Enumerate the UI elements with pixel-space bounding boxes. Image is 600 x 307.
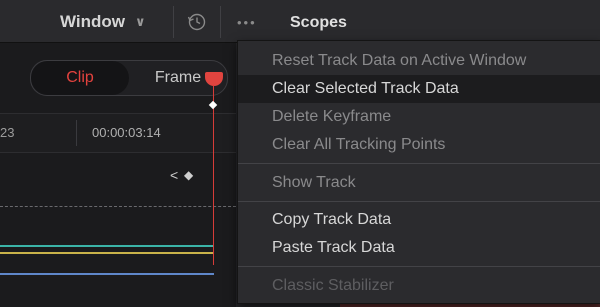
context-menu: Reset Track Data on Active Window Clear … bbox=[237, 40, 600, 304]
clip-toggle-button[interactable]: Clip bbox=[31, 61, 129, 95]
top-toolbar: Window ∨ ••• Scopes bbox=[0, 0, 600, 43]
menu-item-reset-track-data[interactable]: Reset Track Data on Active Window bbox=[238, 47, 600, 75]
menu-item-copy-track-data[interactable]: Copy Track Data bbox=[238, 206, 600, 234]
window-menu[interactable]: Window ∨ bbox=[60, 9, 146, 35]
timeline-ruler[interactable]: 23 00:00:03:14 bbox=[0, 113, 236, 153]
chevron-down-icon: ∨ bbox=[135, 14, 146, 29]
ruler-tick-label: 23 bbox=[0, 125, 15, 140]
ruler-timecode: 00:00:03:14 bbox=[92, 125, 161, 140]
more-options-icon[interactable]: ••• bbox=[237, 15, 257, 30]
menu-item-clear-all-tracking-points[interactable]: Clear All Tracking Points bbox=[238, 131, 600, 159]
menu-item-clear-selected-track-data[interactable]: Clear Selected Track Data bbox=[238, 75, 600, 103]
ruler-divider bbox=[76, 120, 77, 146]
history-icon[interactable] bbox=[186, 11, 208, 33]
toolbar-divider bbox=[220, 6, 221, 38]
menu-item-delete-keyframe[interactable]: Delete Keyframe bbox=[238, 103, 600, 131]
dashed-reference-line bbox=[0, 206, 236, 207]
track-curve-teal[interactable] bbox=[0, 245, 214, 247]
window-menu-label: Window bbox=[60, 12, 125, 31]
menu-separator bbox=[238, 266, 600, 267]
menu-item-classic-stabilizer[interactable]: Classic Stabilizer bbox=[238, 272, 600, 300]
menu-item-show-track[interactable]: Show Track bbox=[238, 169, 600, 197]
playhead-line bbox=[213, 85, 214, 265]
keyframe-icon[interactable]: ◆ bbox=[184, 168, 193, 182]
clip-frame-toggle: Clip Frame bbox=[30, 60, 228, 96]
tracker-panel: Clip Frame 23 00:00:03:14 < ◆ bbox=[0, 43, 236, 307]
scopes-title[interactable]: Scopes bbox=[290, 14, 347, 32]
track-curve-yellow[interactable] bbox=[0, 252, 214, 254]
menu-separator bbox=[238, 163, 600, 164]
track-curve-blue[interactable] bbox=[0, 273, 214, 275]
previous-keyframe-icon[interactable]: < bbox=[170, 167, 178, 183]
menu-separator bbox=[238, 201, 600, 202]
menu-item-paste-track-data[interactable]: Paste Track Data bbox=[238, 234, 600, 262]
toolbar-divider bbox=[173, 6, 174, 38]
